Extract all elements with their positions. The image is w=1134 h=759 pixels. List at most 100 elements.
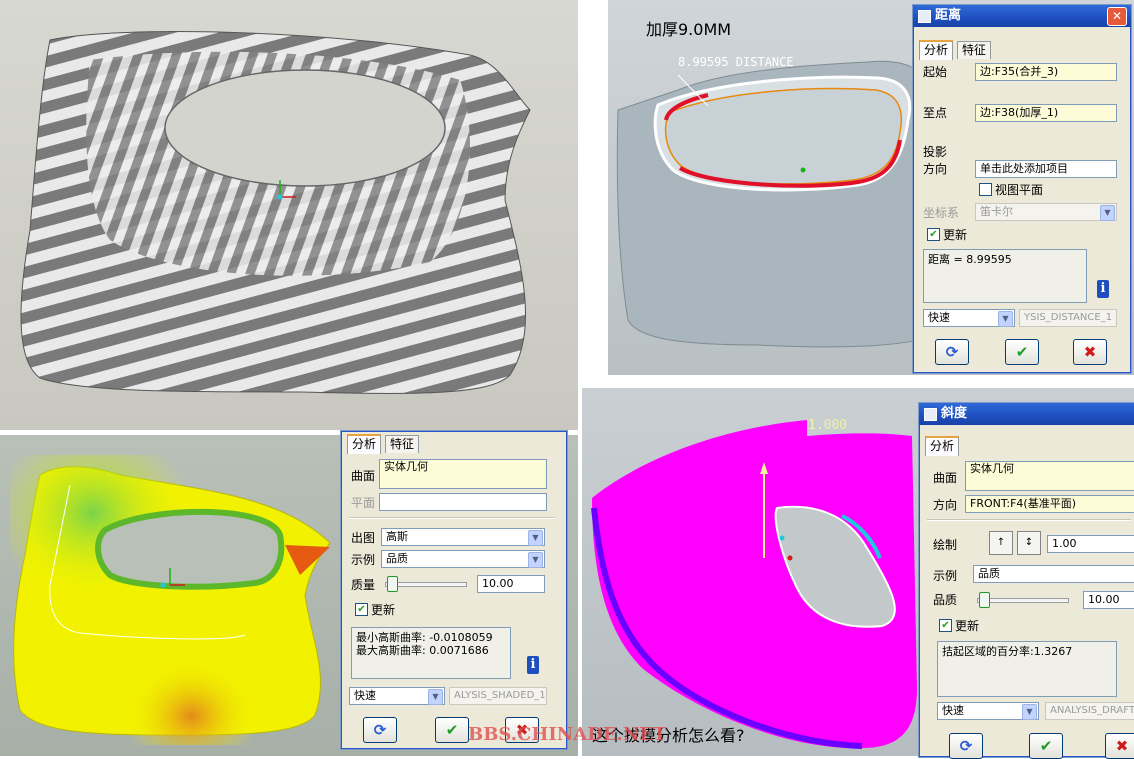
gauss-tab-strip: 分析 特征 <box>347 434 547 454</box>
quality-slider[interactable] <box>385 576 467 592</box>
watermark: BBS.CHINADE.NET <box>468 724 667 745</box>
start-field[interactable]: 边:F35(合并_3) <box>975 63 1117 81</box>
plot-label: 出图 <box>351 531 376 545</box>
slider-track <box>977 598 1069 603</box>
quality-label: 品质 <box>933 593 958 607</box>
quality-field[interactable]: 10.00 <box>1083 591 1134 609</box>
distance-dialog: 距离 ✕ 分析 特征 起始 边:F35(合并_3) 至点 边:F38(加厚_1)… <box>912 4 1132 374</box>
display-select-value: 品质 <box>386 552 408 565</box>
update-label: 更新 <box>955 619 980 633</box>
draft-result: 拮起区域的百分率:1.3267 <box>937 641 1117 697</box>
repaint-button[interactable]: ⟳ <box>935 339 969 365</box>
start-label: 起始 <box>923 65 948 79</box>
tab-feature[interactable]: 特征 <box>385 435 420 453</box>
surface-field[interactable]: 实体几何 <box>379 459 547 489</box>
gauss-dialog: 分析 特征 曲面 实体几何 平面 出图 高斯 ▼ 示例 品质 ▼ 质量 10.0… <box>340 430 568 750</box>
quality-field[interactable]: 10.00 <box>477 575 545 593</box>
surface-label: 曲面 <box>351 469 376 483</box>
ok-button[interactable]: ✔ <box>1029 733 1063 759</box>
display-select[interactable]: 品质 ▼ <box>381 550 545 568</box>
update-checkbox[interactable]: ✔ <box>355 603 368 616</box>
display-select[interactable]: 品质 <box>973 565 1134 583</box>
plane-label: 平面 <box>351 496 376 510</box>
draft-angle-field[interactable]: 1.00 <box>1047 535 1134 553</box>
draft-direction-both-icon[interactable]: ↕ <box>1017 531 1041 555</box>
projection-field[interactable]: 单击此处添加项目 <box>975 160 1117 178</box>
distance-tab-strip: 分析 特征 <box>919 40 1119 60</box>
draft-label: 绘制 <box>933 538 958 552</box>
tab-analysis[interactable]: 分析 <box>919 40 954 60</box>
distance-dialog-titlebar[interactable]: 距离 ✕ <box>913 5 1131 27</box>
update-checkbox[interactable]: ✔ <box>939 619 952 632</box>
display-select-value: 品质 <box>978 567 1000 580</box>
draft-direction-up-icon[interactable]: ↑ <box>989 531 1013 555</box>
plot-select[interactable]: 高斯 ▼ <box>381 528 545 546</box>
ok-button[interactable]: ✔ <box>435 717 469 743</box>
coord-select-value: 笛卡尔 <box>980 205 1013 218</box>
end-field[interactable]: 边:F38(加厚_1) <box>975 104 1117 122</box>
chevron-down-icon: ▼ <box>1100 205 1115 221</box>
quality-slider[interactable] <box>977 592 1069 608</box>
surface-label: 曲面 <box>933 471 958 485</box>
tab-feature[interactable]: 特征 <box>957 41 992 59</box>
plot-select-value: 高斯 <box>386 530 408 543</box>
draft-dialog-title: 斜度 <box>941 406 968 421</box>
update-checkbox[interactable]: ✔ <box>927 228 940 241</box>
mode-select[interactable]: 快速 ▼ <box>349 687 445 705</box>
quality-label: 质量 <box>351 578 376 592</box>
analysis-name-field[interactable]: YSIS_DISTANCE_1 <box>1019 309 1117 327</box>
ok-button[interactable]: ✔ <box>1005 339 1039 365</box>
direction-label: 方向 <box>933 498 958 512</box>
zebra-analysis-viewport[interactable] <box>0 0 578 430</box>
plane-field[interactable] <box>379 493 547 511</box>
mode-select[interactable]: 快速 ▼ <box>937 702 1039 720</box>
info-icon[interactable]: i <box>527 656 539 674</box>
thickness-note: 加厚9.0MM <box>646 20 732 39</box>
view-plane-label: 视图平面 <box>995 183 1044 197</box>
chevron-down-icon: ▼ <box>428 689 443 705</box>
draft-dialog-titlebar[interactable]: 斜度 <box>919 403 1134 425</box>
distance-dialog-title: 距离 <box>935 8 962 23</box>
chevron-down-icon: ▼ <box>998 311 1013 327</box>
analysis-name-field[interactable]: ANALYSIS_DRAFT <box>1045 702 1134 720</box>
direction-field[interactable]: FRONT:F4(基准平面) <box>965 495 1134 513</box>
divider <box>927 519 1131 521</box>
chevron-down-icon: ▼ <box>1022 704 1037 720</box>
coord-label: 坐标系 <box>923 206 960 220</box>
draft-tab-strip: 分析 <box>925 436 1125 456</box>
divider <box>349 517 555 519</box>
distance-result: 距离 = 8.99595 <box>923 249 1087 303</box>
coord-select[interactable]: 笛卡尔 ▼ <box>975 203 1117 221</box>
zebra-model-render <box>20 31 531 394</box>
repaint-button[interactable]: ⟳ <box>949 733 983 759</box>
window-icon <box>918 10 931 23</box>
repaint-button[interactable]: ⟳ <box>363 717 397 743</box>
end-label: 至点 <box>923 106 948 120</box>
chevron-down-icon: ▼ <box>528 530 543 546</box>
slider-thumb[interactable] <box>979 592 990 608</box>
info-icon[interactable]: i <box>1097 280 1109 298</box>
mode-select-value: 快速 <box>354 689 376 702</box>
draft-dialog: 斜度 分析 曲面 实体几何 方向 FRONT:F4(基准平面) 绘制 ↑ ↕ 1… <box>918 402 1134 759</box>
view-plane-checkbox[interactable] <box>979 183 992 196</box>
cancel-button[interactable]: ✖ <box>1073 339 1107 365</box>
mode-select[interactable]: 快速 ▼ <box>923 309 1015 327</box>
mode-select-value: 快速 <box>928 311 950 324</box>
projection-label: 投影 <box>923 145 948 159</box>
surface-field[interactable]: 实体几何 <box>965 461 1134 491</box>
slider-thumb[interactable] <box>387 576 398 592</box>
tab-analysis[interactable]: 分析 <box>347 434 382 454</box>
update-label: 更新 <box>943 228 968 242</box>
direction-label: 方向 <box>923 162 948 176</box>
window-icon <box>924 408 937 421</box>
draft-tag: 1.000 <box>808 418 848 433</box>
display-label: 示例 <box>933 569 958 583</box>
tab-analysis[interactable]: 分析 <box>925 436 960 456</box>
distance-tag: 8.99595 DISTANCE <box>678 55 794 69</box>
display-label: 示例 <box>351 553 376 567</box>
close-icon[interactable]: ✕ <box>1107 7 1127 26</box>
cancel-button[interactable]: ✖ <box>1105 733 1134 759</box>
update-label: 更新 <box>371 603 396 617</box>
analysis-name-field[interactable]: ALYSIS_SHADED_1 <box>449 687 547 705</box>
gauss-result: 最小高斯曲率: -0.0108059 最大高斯曲率: 0.0071686 <box>351 627 511 679</box>
